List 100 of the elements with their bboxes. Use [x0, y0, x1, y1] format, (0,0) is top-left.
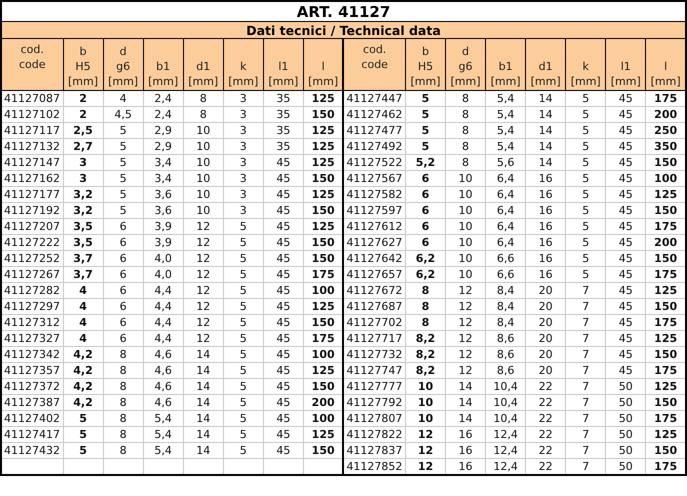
table-cell: 150 — [303, 234, 344, 250]
table-cell: 125 — [646, 378, 686, 394]
table-cell: 35 — [263, 138, 304, 154]
table-cell: 8 — [446, 106, 486, 122]
table-cell: 4 — [103, 90, 144, 106]
table-cell: 7 — [566, 378, 606, 394]
table-cell: 8 — [446, 138, 486, 154]
table-cell: 8 — [103, 362, 144, 378]
table-cell: 10 — [446, 202, 486, 218]
table-cell: 5 — [566, 266, 606, 282]
sheet-title: ART. 41127 — [296, 2, 390, 20]
table-cell: 22 — [526, 442, 566, 458]
table-cell: 6 — [103, 330, 144, 346]
table-cell: 6,4 — [486, 186, 526, 202]
table-cell: 41127732 — [343, 346, 406, 362]
table-cell: 3 — [223, 186, 264, 202]
table-cell: 6 — [405, 218, 446, 234]
table-cell: 14 — [183, 442, 224, 458]
table-cell: 3 — [223, 106, 264, 122]
table-cell: 8 — [446, 90, 486, 106]
table-cell: 5,2 — [405, 154, 446, 170]
table-cell: 8 — [446, 122, 486, 138]
table-cell: 8 — [405, 298, 446, 314]
table-cell: 4,4 — [143, 314, 184, 330]
table-cell: 8 — [103, 410, 144, 426]
table-cell: 2,9 — [143, 122, 184, 138]
table-cell: 12 — [405, 442, 446, 458]
table-cell: 12 — [446, 362, 486, 378]
table-cell: 6 — [103, 266, 144, 282]
table-cell: 125 — [303, 90, 344, 106]
table-cell: 5 — [103, 122, 144, 138]
table-cell: 125 — [303, 186, 344, 202]
table-cell: 5 — [566, 186, 606, 202]
table-cell: 5 — [103, 154, 144, 170]
table-cell: 3 — [223, 122, 264, 138]
table-cell: 10 — [183, 186, 224, 202]
column-header: d1 [mm] — [183, 38, 224, 90]
table-cell: 14 — [526, 138, 566, 154]
table-cell: 41127447 — [343, 90, 406, 106]
table-cell: 7 — [566, 346, 606, 362]
table-cell: 5 — [405, 122, 446, 138]
table-cell: 12 — [446, 298, 486, 314]
table-cell: 12 — [183, 298, 224, 314]
table-cell: 41127852 — [343, 458, 406, 475]
table-cell: 14 — [446, 378, 486, 394]
table-cell: 5 — [566, 250, 606, 266]
table-cell: 8,2 — [405, 346, 446, 362]
table-cell: 3 — [63, 170, 104, 186]
table-cell: 150 — [303, 202, 344, 218]
table-cell: 125 — [646, 330, 686, 346]
column-header: d1 [mm] — [526, 38, 566, 90]
table-cell: 6 — [405, 202, 446, 218]
table-cell: 12 — [446, 314, 486, 330]
table-cell: 41127627 — [343, 234, 406, 250]
table-cell: 150 — [646, 154, 686, 170]
table-cell: 10 — [183, 202, 224, 218]
table-cell: 14 — [526, 122, 566, 138]
table-cell: 45 — [606, 234, 646, 250]
table-cell: 35 — [263, 106, 304, 122]
column-header: k [mm] — [223, 38, 264, 90]
table-cell: 2 — [63, 106, 104, 122]
table-cell: 200 — [303, 394, 344, 410]
table-cell: 6 — [405, 186, 446, 202]
table-cell: 12,4 — [486, 458, 526, 475]
column-header: d g6 [mm] — [103, 38, 144, 90]
table-cell: 6 — [103, 314, 144, 330]
table-cell: 3 — [223, 138, 264, 154]
table-cell: 16 — [526, 250, 566, 266]
table-cell: 16 — [526, 170, 566, 186]
table-cell: 20 — [526, 298, 566, 314]
table-cell: 45 — [606, 282, 646, 298]
table-cell: 5 — [566, 170, 606, 186]
table-cell: 7 — [566, 362, 606, 378]
table-cell: 45 — [263, 298, 304, 314]
table-cell: 5 — [223, 250, 264, 266]
table-cell: 16 — [446, 442, 486, 458]
table-cell: 41127687 — [343, 298, 406, 314]
table-cell: 5 — [223, 234, 264, 250]
table-cell: 45 — [263, 202, 304, 218]
table-cell: 5 — [223, 442, 264, 458]
table-cell: 41127582 — [343, 186, 406, 202]
table-cell: 45 — [263, 426, 304, 442]
table-cell: 5,4 — [486, 106, 526, 122]
table-cell: 4,2 — [63, 346, 104, 362]
table-cell: 14 — [183, 394, 224, 410]
table-cell: 5 — [223, 218, 264, 234]
table-cell: 45 — [606, 218, 646, 234]
table-cell: 5 — [566, 154, 606, 170]
table-cell: 12 — [405, 458, 446, 475]
table-cell: 6 — [405, 234, 446, 250]
table-cell: 5 — [223, 314, 264, 330]
table-cell: 41127342 — [1, 346, 63, 362]
table-cell: 4,0 — [143, 266, 184, 282]
table-cell: 50 — [606, 442, 646, 458]
table-cell: 41127702 — [343, 314, 406, 330]
table-cell: 4,6 — [143, 378, 184, 394]
table-cell: 7 — [566, 314, 606, 330]
table-cell: 150 — [303, 250, 344, 266]
table-cell: 125 — [646, 186, 686, 202]
table-cell: 12 — [446, 282, 486, 298]
